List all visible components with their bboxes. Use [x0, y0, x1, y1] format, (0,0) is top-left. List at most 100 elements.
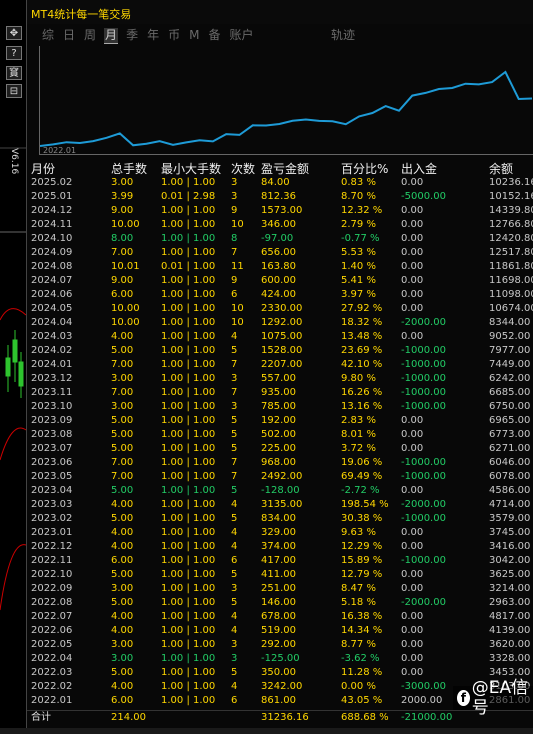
row-io: 0.00 — [401, 303, 424, 314]
table-row: 2022.12 4.00 1.00 | 1.00 4 374.00 12.29 % 0.00… — [27, 540, 533, 554]
row-pnl: 350.00 — [261, 667, 296, 678]
row-month: 2024.08 — [31, 261, 73, 272]
row-io: 0.00 — [401, 247, 424, 258]
row-balance: 6046.00 — [489, 457, 531, 468]
row-count: 5 — [231, 415, 238, 426]
row-pnl: -128.00 — [261, 485, 300, 496]
tab-5[interactable]: 年 — [146, 28, 160, 44]
row-month: 2022.06 — [31, 625, 73, 636]
row-balance: 10236.16 — [489, 177, 533, 188]
tab-2[interactable]: 周 — [83, 28, 97, 44]
row-month: 2022.09 — [31, 583, 73, 594]
row-pct: 13.48 % — [341, 331, 383, 342]
row-pnl: 192.00 — [261, 415, 296, 426]
row-month: 2024.05 — [31, 303, 73, 314]
row-pct: 18.32 % — [341, 317, 383, 328]
row-pnl: 146.00 — [261, 597, 296, 608]
period-tabs: 综日周月季年币 M 备账户 — [41, 28, 262, 44]
tab-6[interactable]: 币 — [167, 28, 181, 44]
tab-0[interactable]: 综 — [41, 28, 55, 44]
row-month: 2024.10 — [31, 233, 73, 244]
row-balance: 3042.00 — [489, 555, 531, 566]
row-count: 4 — [231, 331, 238, 342]
header-pnl: 盈亏金额 — [261, 162, 310, 176]
row-total-lots: 6.00 — [111, 695, 134, 706]
row-month: 2024.12 — [31, 205, 73, 216]
row-pnl: 251.00 — [261, 583, 296, 594]
row-pnl: 861.00 — [261, 695, 296, 706]
row-balance: 9052.00 — [489, 331, 531, 342]
header-balance: 余额 — [489, 162, 514, 176]
row-pct: 12.29 % — [341, 541, 383, 552]
tab-8[interactable]: 备 — [207, 28, 221, 44]
header-count: 次数 — [231, 162, 256, 176]
row-count: 7 — [231, 457, 238, 468]
table-row: 2023.11 7.00 1.00 | 1.00 7 935.00 16.26 % -100… — [27, 386, 533, 400]
row-pct: 8.01 % — [341, 429, 376, 440]
row-balance: 7449.00 — [489, 359, 531, 370]
table-row: 2023.01 4.00 1.00 | 1.00 4 329.00 9.63 % 0.00 3… — [27, 526, 533, 540]
table-row: 2023.03 4.00 1.00 | 1.00 4 3135.00 198.54 % -2… — [27, 498, 533, 512]
tab-3[interactable]: 月 — [104, 28, 119, 44]
tab-9[interactable]: 账户 — [228, 28, 254, 44]
statistics-panel: MT4统计每一笔交易 综日周月季年币 M 备账户 轨迹 2022.01 月份 总手数… — [26, 0, 533, 734]
row-io: 2000.00 — [401, 695, 443, 706]
row-pct: 3.97 % — [341, 289, 376, 300]
row-total-lots: 5.00 — [111, 597, 134, 608]
bottom-scrollbar[interactable] — [0, 728, 533, 734]
row-pnl: 1292.00 — [261, 317, 303, 328]
table-row: 2022.03 5.00 1.00 | 1.00 5 350.00 11.28 % 0.00… — [27, 666, 533, 680]
tab-7[interactable]: M — [188, 28, 200, 44]
tab-4[interactable]: 季 — [125, 28, 139, 44]
tab-1[interactable]: 日 — [62, 28, 76, 44]
row-total-lots: 3.00 — [111, 177, 134, 188]
row-balance: 4586.00 — [489, 485, 531, 496]
row-pnl: 502.00 — [261, 429, 296, 440]
table-row: 2024.10 8.00 1.00 | 1.00 8 -97.00 -0.77 % 0.00… — [27, 232, 533, 246]
row-io: 0.00 — [401, 625, 424, 636]
row-total-lots: 4.00 — [111, 527, 134, 538]
tab-track[interactable]: 轨迹 — [331, 28, 355, 43]
row-balance: 11698.00 — [489, 275, 533, 286]
table-row: 2024.03 4.00 1.00 | 1.00 4 1075.00 13.48 % 0.0… — [27, 330, 533, 344]
row-pnl: 417.00 — [261, 555, 296, 566]
row-total-lots: 10.00 — [111, 303, 140, 314]
price-chart-background — [0, 147, 26, 611]
row-count: 4 — [231, 611, 238, 622]
row-count: 4 — [231, 499, 238, 510]
row-total-lots: 3.00 — [111, 373, 134, 384]
row-min-max-lots: 1.00 | 1.00 — [161, 205, 216, 216]
row-min-max-lots: 1.00 | 1.00 — [161, 289, 216, 300]
row-min-max-lots: 1.00 | 1.00 — [161, 597, 216, 608]
row-month: 2024.03 — [31, 331, 73, 342]
row-pnl: 424.00 — [261, 289, 296, 300]
row-min-max-lots: 1.00 | 1.00 — [161, 359, 216, 370]
row-balance: 10674.00 — [489, 303, 533, 314]
row-pnl: 656.00 — [261, 247, 296, 258]
row-total-lots: 4.00 — [111, 625, 134, 636]
row-pct: 8.47 % — [341, 583, 376, 594]
row-count: 7 — [231, 247, 238, 258]
row-balance: 4714.00 — [489, 499, 531, 510]
row-month: 2023.02 — [31, 513, 73, 524]
row-total-lots: 5.00 — [111, 429, 134, 440]
row-io: 0.00 — [401, 331, 424, 342]
row-balance: 14339.80 — [489, 205, 533, 216]
facebook-icon: f — [457, 690, 470, 706]
row-min-max-lots: 1.00 | 1.00 — [161, 611, 216, 622]
row-min-max-lots: 1.00 | 1.00 — [161, 639, 216, 650]
row-total-lots: 7.00 — [111, 247, 134, 258]
row-pct: 8.70 % — [341, 191, 376, 202]
row-balance: 3620.00 — [489, 639, 531, 650]
row-balance: 11098.00 — [489, 289, 533, 300]
row-month: 2023.04 — [31, 485, 73, 496]
table-row: 2024.09 7.00 1.00 | 1.00 7 656.00 5.53 % 0.00 1… — [27, 246, 533, 260]
row-pnl: 163.80 — [261, 261, 296, 272]
table-row: 2022.08 5.00 1.00 | 1.00 5 146.00 5.18 % -2000… — [27, 596, 533, 610]
total-pct: 688.68 % — [341, 712, 389, 723]
row-pnl: -97.00 — [261, 233, 294, 244]
row-count: 6 — [231, 289, 238, 300]
table-row: 2022.04 3.00 1.00 | 1.00 3 -125.00 -3.62 % 0.0… — [27, 652, 533, 666]
row-count: 4 — [231, 681, 238, 692]
row-io: -1000.00 — [401, 401, 446, 412]
